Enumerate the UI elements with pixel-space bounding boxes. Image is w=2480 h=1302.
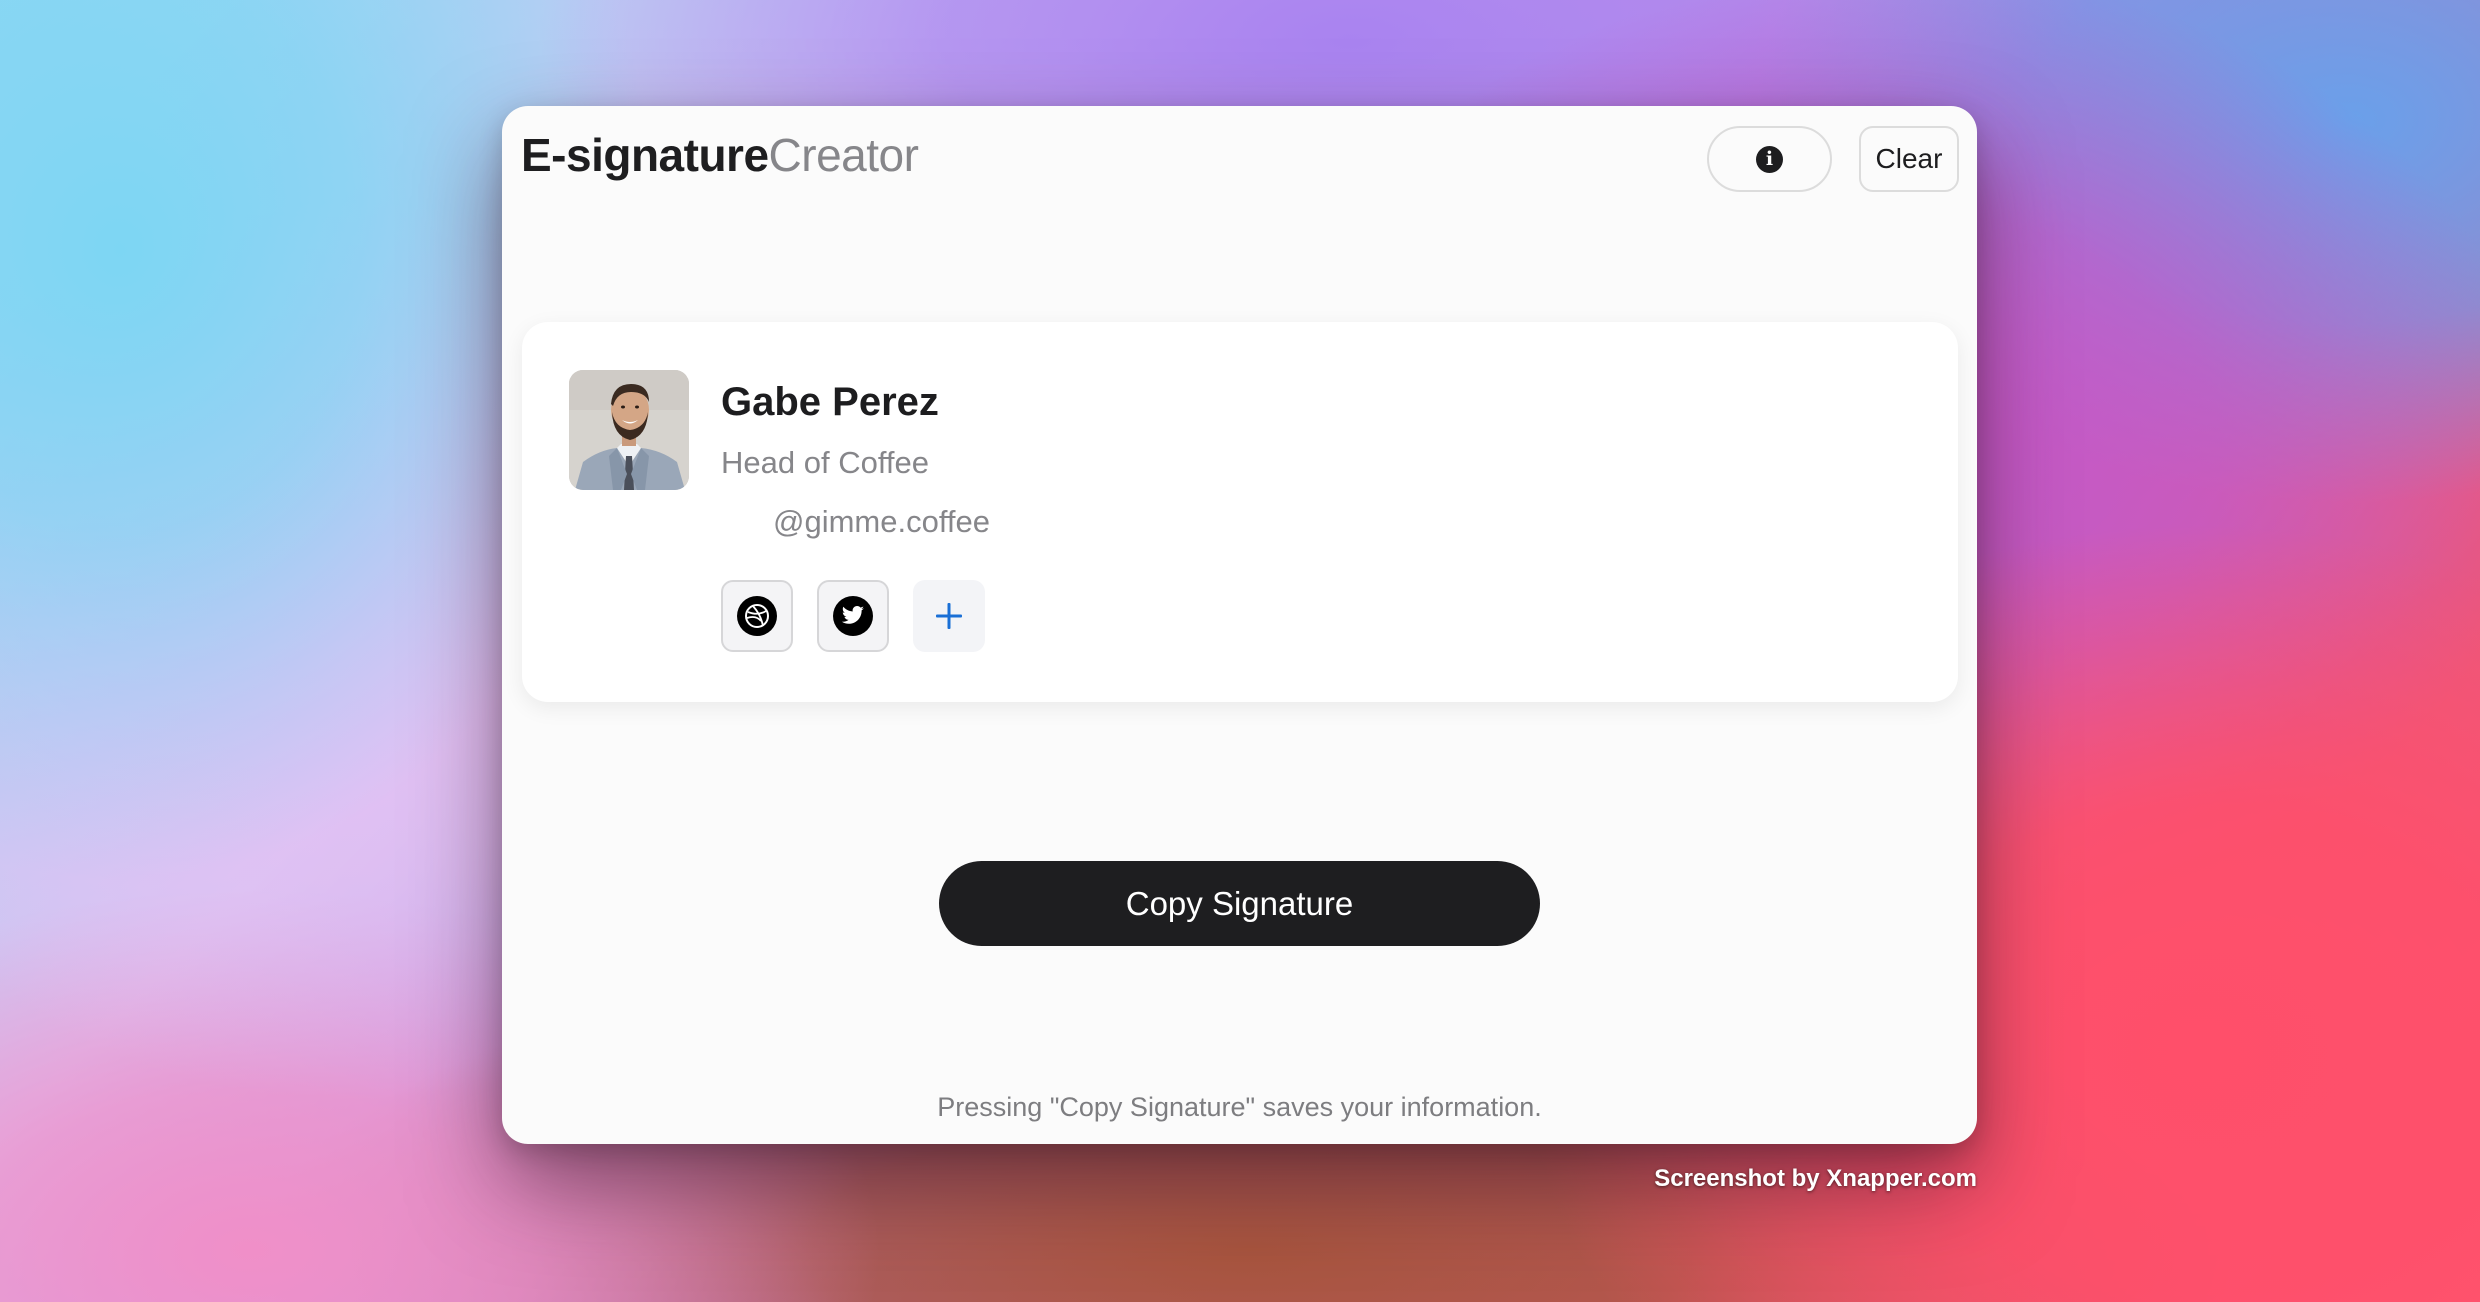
info-icon: i <box>1756 145 1783 173</box>
signature-name[interactable]: Gabe Perez <box>721 380 939 425</box>
signature-handle[interactable]: @gimme.coffee <box>773 504 990 540</box>
app-window: E-signatureCreator i Clear Gabe Perez He… <box>502 106 1977 1144</box>
app-title: E-signatureCreator <box>521 129 919 181</box>
watermark: Screenshot by Xnapper.com <box>1654 1165 1977 1192</box>
twitter-icon <box>833 596 873 636</box>
plus-icon <box>936 603 962 629</box>
profile-photo-illustration <box>569 370 689 490</box>
avatar[interactable] <box>569 370 689 490</box>
dribbble-link-button[interactable] <box>721 580 793 652</box>
dribbble-icon <box>737 596 777 636</box>
signature-preview-card: Gabe Perez Head of Coffee @gimme.coffee <box>522 322 1958 702</box>
footer-note: Pressing "Copy Signature" saves your inf… <box>937 1092 1542 1122</box>
info-button[interactable]: i <box>1707 126 1832 192</box>
twitter-link-button[interactable] <box>817 580 889 652</box>
signature-role[interactable]: Head of Coffee <box>721 445 929 481</box>
copy-signature-button[interactable]: Copy Signature <box>939 861 1540 946</box>
app-title-light: Creator <box>768 129 919 181</box>
add-social-link-button[interactable] <box>913 580 985 652</box>
app-title-bold: E-signature <box>521 129 769 181</box>
clear-button[interactable]: Clear <box>1859 126 1959 192</box>
